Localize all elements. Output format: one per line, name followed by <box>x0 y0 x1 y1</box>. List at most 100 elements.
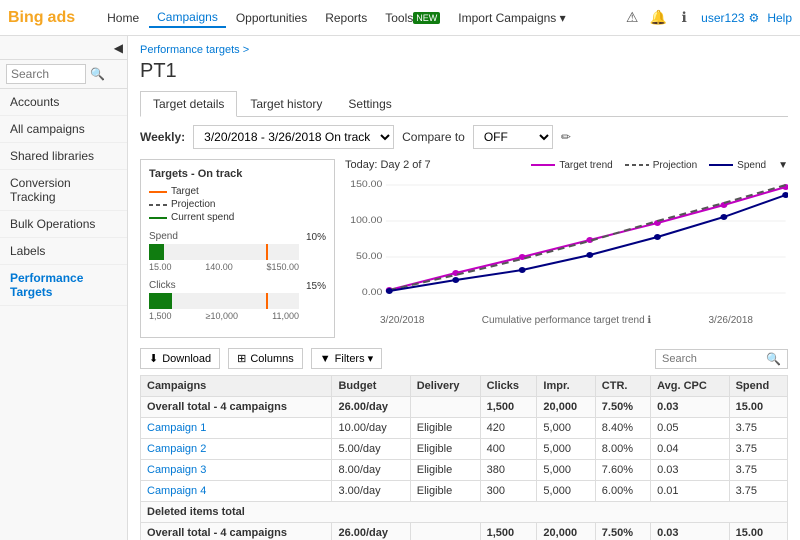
columns-button[interactable]: ⊞ Columns <box>228 348 303 369</box>
sidebar-toggle[interactable]: ◀ <box>0 36 127 60</box>
filter-icon: ▼ <box>320 353 331 365</box>
search-icon[interactable]: 🔍 <box>90 67 105 81</box>
filters-button[interactable]: ▼ Filters ▾ <box>311 348 382 369</box>
table-total-row: Overall total - 4 campaigns 26.00/day 1,… <box>141 397 788 418</box>
campaign-4-spend: 3.75 <box>729 481 787 502</box>
campaign-3-link[interactable]: Campaign 3 <box>147 464 206 476</box>
campaign-4-clicks: 300 <box>480 481 537 502</box>
nav-home[interactable]: Home <box>99 9 147 27</box>
nav-import[interactable]: Import Campaigns ▾ <box>450 9 573 27</box>
table-search-input[interactable] <box>662 353 762 365</box>
clicks-ticks: 1,500 ≥10,000 11,000 <box>149 311 299 321</box>
alert-icon[interactable]: ⚠ <box>623 9 641 27</box>
tab-target-details[interactable]: Target details <box>140 91 237 117</box>
campaign-1-avg-cpc: 0.05 <box>651 418 729 439</box>
campaign-2-clicks: 400 <box>480 439 537 460</box>
help-link[interactable]: Help <box>767 11 792 25</box>
sidebar-item-all-campaigns[interactable]: All campaigns <box>0 116 127 143</box>
campaign-2-ctr: 8.00% <box>595 439 650 460</box>
nav-campaigns[interactable]: Campaigns <box>149 8 226 28</box>
footer-total-budget: 26.00/day <box>332 523 410 540</box>
sidebar-item-bulk-operations[interactable]: Bulk Operations <box>0 211 127 238</box>
tab-bar: Target details Target history Settings <box>140 91 788 117</box>
table-row: Campaign 3 8.00/day Eligible 380 5,000 7… <box>141 460 788 481</box>
sidebar-item-performance-targets[interactable]: Performance Targets <box>0 265 127 306</box>
page-title: PT1 <box>140 60 788 83</box>
total-ctr: 7.50% <box>595 397 650 418</box>
tab-settings[interactable]: Settings <box>335 91 404 116</box>
svg-text:50.00: 50.00 <box>356 252 383 262</box>
search-input[interactable] <box>6 64 86 84</box>
col-campaigns[interactable]: Campaigns <box>141 376 332 397</box>
nav-tools[interactable]: ToolsNEW <box>377 9 448 27</box>
col-impr[interactable]: Impr. <box>537 376 595 397</box>
clicks-bar-fill <box>149 293 172 309</box>
download-button[interactable]: ⬇ Download <box>140 348 220 369</box>
table-search-icon[interactable]: 🔍 <box>766 352 781 366</box>
projection-trend-line-icon <box>625 161 649 169</box>
footer-total-ctr: 7.50% <box>595 523 650 540</box>
footer-total-delivery <box>410 523 480 540</box>
nav-opportunities[interactable]: Opportunities <box>228 9 315 27</box>
col-budget[interactable]: Budget <box>332 376 410 397</box>
total-impr: 20,000 <box>537 397 595 418</box>
legend-projection-label: Projection <box>653 160 697 171</box>
legend-target: Target <box>149 186 234 197</box>
sidebar-item-labels[interactable]: Labels <box>0 238 127 265</box>
edit-icon[interactable]: ✏ <box>561 130 571 144</box>
footer-total-spend: 15.00 <box>729 523 787 540</box>
legend-current: Current spend <box>149 212 234 223</box>
legend-projection-label: Projection <box>171 199 215 210</box>
campaign-1-clicks: 420 <box>480 418 537 439</box>
col-ctr[interactable]: CTR. <box>595 376 650 397</box>
spend-bar-container <box>149 244 299 260</box>
total-avg-cpc: 0.03 <box>651 397 729 418</box>
campaign-4-link[interactable]: Campaign 4 <box>147 485 206 497</box>
sidebar-item-shared-libraries[interactable]: Shared libraries <box>0 143 127 170</box>
spend-target-marker <box>266 244 268 260</box>
spend-ticks: 15.00 140.00 $150.00 <box>149 262 299 272</box>
chart-section: Targets - On track Target Projection <box>140 159 788 338</box>
col-avg-cpc[interactable]: Avg. CPC <box>651 376 729 397</box>
campaign-4-avg-cpc: 0.01 <box>651 481 729 502</box>
tab-target-history[interactable]: Target history <box>237 91 335 116</box>
target-line-icon <box>149 191 167 193</box>
compare-select[interactable]: OFF <box>473 125 553 149</box>
svg-text:100.00: 100.00 <box>350 216 383 226</box>
sidebar: ◀ 🔍 Accounts All campaigns Shared librar… <box>0 36 128 540</box>
sidebar-item-accounts[interactable]: Accounts <box>0 89 127 116</box>
info-icon[interactable]: ℹ <box>675 9 693 27</box>
campaign-4-delivery: Eligible <box>410 481 480 502</box>
clicks-pct: 15% <box>306 281 326 292</box>
total-clicks: 1,500 <box>480 397 537 418</box>
campaign-2-link[interactable]: Campaign 2 <box>147 443 206 455</box>
campaign-4-impr: 5,000 <box>537 481 595 502</box>
campaign-1-ctr: 8.40% <box>595 418 650 439</box>
col-delivery[interactable]: Delivery <box>410 376 480 397</box>
deleted-items-row: Deleted items total <box>141 502 788 523</box>
compare-label: Compare to <box>402 130 465 144</box>
campaign-1-link[interactable]: Campaign 1 <box>147 422 206 434</box>
campaign-3-impr: 5,000 <box>537 460 595 481</box>
campaign-2-delivery: Eligible <box>410 439 480 460</box>
spend-pct: 10% <box>306 232 326 243</box>
col-spend[interactable]: Spend <box>729 376 787 397</box>
main-chart: Today: Day 2 of 7 Target trend Projectio… <box>345 159 788 338</box>
breadcrumb[interactable]: Performance targets > <box>140 44 788 56</box>
date-range-select[interactable]: 3/20/2018 - 3/26/2018 On track <box>193 125 394 149</box>
sidebar-item-conversion-tracking[interactable]: Conversion Tracking <box>0 170 127 211</box>
nav-reports[interactable]: Reports <box>317 9 375 27</box>
user-info[interactable]: user123 ⚙ <box>701 11 759 25</box>
campaign-4-budget: 3.00/day <box>332 481 410 502</box>
dropdown-icon[interactable]: ▼ <box>778 160 788 171</box>
legend-current-label: Current spend <box>171 212 234 223</box>
col-clicks[interactable]: Clicks <box>480 376 537 397</box>
bell-icon[interactable]: 🔔 <box>649 9 667 27</box>
footer-total-label: Overall total - 4 campaigns <box>141 523 332 540</box>
campaign-2-budget: 5.00/day <box>332 439 410 460</box>
table-toolbar: ⬇ Download ⊞ Columns ▼ Filters ▾ 🔍 <box>140 348 788 369</box>
spend-trend-line-icon <box>709 161 733 169</box>
deleted-label: Deleted items total <box>141 502 788 523</box>
columns-label: Columns <box>250 353 293 365</box>
footer-total-clicks: 1,500 <box>480 523 537 540</box>
